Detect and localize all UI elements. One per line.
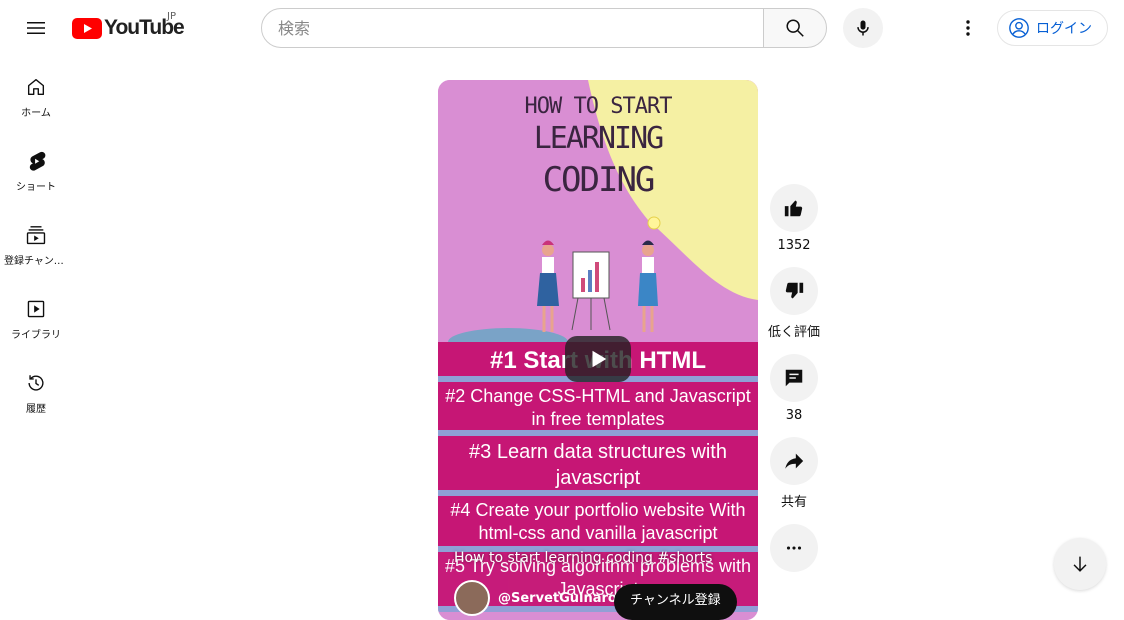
- history-icon: [28, 375, 44, 391]
- share-action: 共有: [766, 437, 822, 510]
- sidebar-item-library[interactable]: ライブラリ: [0, 278, 72, 352]
- settings-more-button[interactable]: [948, 8, 988, 48]
- comment-count: 38: [785, 408, 803, 423]
- home-icon: [27, 78, 45, 96]
- short-title[interactable]: How to start learning coding #shorts: [454, 550, 712, 566]
- sidebar-item-home[interactable]: ホーム: [0, 56, 72, 130]
- like-button[interactable]: [770, 184, 818, 232]
- more-horizontal-icon: [786, 546, 802, 550]
- dislike-label: 低く評価: [767, 325, 820, 340]
- next-short-button[interactable]: [1054, 538, 1106, 590]
- library-icon: [27, 300, 45, 318]
- thumbnail-heading: HOW TO START LEARNING CODING: [438, 94, 758, 200]
- search-button[interactable]: [763, 8, 827, 48]
- comment-icon: [785, 369, 803, 387]
- thumbs-up-icon: [784, 200, 803, 217]
- sidebar-item-subscriptions[interactable]: 登録チャンネル: [0, 204, 72, 278]
- more-actions-button[interactable]: [770, 524, 818, 572]
- arrow-down-icon: [1073, 556, 1087, 572]
- thumbnail-heading-line: LEARNING: [533, 121, 665, 156]
- search-input[interactable]: [261, 8, 764, 48]
- region-code: JP: [167, 11, 176, 22]
- share-label: 共有: [780, 495, 807, 510]
- hamburger-icon: [27, 22, 45, 34]
- play-button[interactable]: [565, 336, 631, 382]
- subscriptions-icon: [26, 226, 46, 245]
- thumbnail-step: #2 Change CSS-HTML and Javascript in fre…: [438, 382, 758, 436]
- dislike-action: 低く評価: [766, 267, 822, 340]
- sidebar-item-history[interactable]: 履歴: [0, 352, 72, 426]
- comments-button[interactable]: [770, 354, 818, 402]
- login-button[interactable]: ログイン: [997, 10, 1108, 46]
- shorts-player[interactable]: HOW TO START LEARNING CODING #1 Start wi…: [438, 80, 758, 620]
- shorts-action-bar: 1352 低く評価 38 共有: [766, 184, 822, 586]
- mini-guide-sidebar: ホーム ショート 登録チャンネル ライブラリ 履歴: [0, 56, 72, 426]
- thumbnail-step: #3 Learn data structures with javascript: [438, 436, 758, 496]
- masthead: YouTube JP ログイン: [0, 0, 1124, 56]
- thumbnail-step: #4 Create your portfolio website With ht…: [438, 496, 758, 552]
- thumbs-down-icon: [785, 282, 804, 299]
- subscribe-button[interactable]: チャンネル登録: [614, 584, 737, 620]
- comment-action: 38: [766, 354, 822, 423]
- channel-name[interactable]: @ServetGulnarogl: [498, 591, 631, 606]
- dislike-button[interactable]: [770, 267, 818, 315]
- more-vertical-icon: [966, 20, 970, 36]
- sidebar-item-label: ホーム: [21, 108, 51, 119]
- thumbnail-heading-line: CODING: [542, 160, 656, 200]
- sidebar-item-label: ライブラリ: [11, 330, 61, 341]
- sidebar-item-shorts[interactable]: ショート: [0, 130, 72, 204]
- login-label: ログイン: [1036, 21, 1092, 37]
- more-action: [766, 524, 822, 572]
- thumbnail-step-list: #1 Start with HTML #2 Change CSS-HTML an…: [438, 342, 758, 612]
- shorts-icon: [29, 151, 46, 171]
- account-circle-icon: [1009, 18, 1029, 38]
- microphone-icon: [857, 20, 869, 36]
- like-action: 1352: [766, 184, 822, 253]
- channel-info[interactable]: @ServetGulnarogl: [454, 580, 631, 616]
- sidebar-item-label: ショート: [16, 182, 56, 193]
- channel-avatar[interactable]: [454, 580, 490, 616]
- youtube-play-logo-icon: [72, 17, 102, 39]
- voice-search-button[interactable]: [843, 8, 883, 48]
- guide-menu-button[interactable]: [16, 8, 56, 48]
- sidebar-item-label: 履歴: [26, 404, 46, 415]
- share-icon: [785, 453, 804, 469]
- thumbnail-heading-line: HOW TO START: [524, 94, 673, 119]
- play-icon: [592, 350, 607, 368]
- sidebar-item-label: 登録チャンネル: [4, 256, 68, 267]
- like-count: 1352: [777, 238, 811, 253]
- share-button[interactable]: [770, 437, 818, 485]
- search-icon: [786, 19, 804, 37]
